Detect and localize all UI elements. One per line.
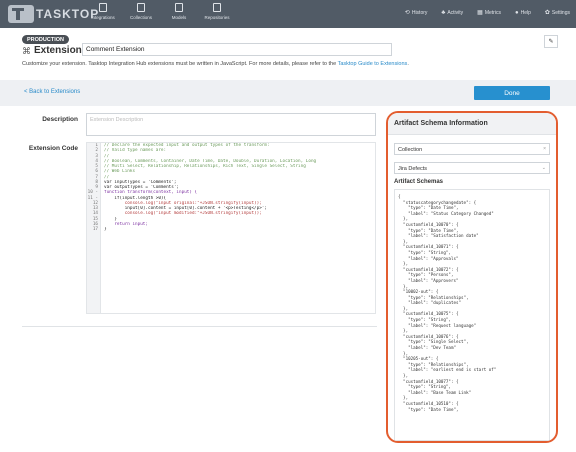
- divider: [22, 326, 377, 327]
- nav-label: Help: [520, 9, 531, 16]
- extension-name-input[interactable]: [82, 43, 392, 56]
- nav-label: Repositories: [204, 15, 230, 20]
- nav-history[interactable]: ⟲ History: [404, 9, 428, 17]
- back-to-extensions-link[interactable]: < Back to Extensions: [24, 89, 80, 95]
- nav-activity[interactable]: ♣ Activity: [441, 9, 463, 16]
- page-description: Customize your extension. Tasktop Integr…: [22, 61, 409, 67]
- description-text: Customize your extension. Tasktop Integr…: [22, 61, 338, 67]
- nav-label: Metrics: [484, 9, 501, 16]
- done-button[interactable]: Done: [474, 86, 550, 100]
- extension-icon: ⌘: [22, 46, 31, 56]
- code-editor[interactable]: 1 2 3 4 5 6 7 8 9 10 -11 -12 13 14 15 16 17 // Declare…: [86, 142, 376, 314]
- line-number: 17: [92, 227, 98, 232]
- artifact-schemas-label: Artifact Schemas: [394, 179, 444, 185]
- nav-label: Settings: [551, 9, 570, 16]
- line-number-gutter: 1 2 3 4 5 6 7 8 9 10 -11 -12 13 14 15 16 17: [87, 143, 101, 313]
- nav-help[interactable]: ● Help: [515, 9, 531, 16]
- nav-label: Models: [171, 15, 187, 20]
- main-nav: Integrations Collections Models Reposito…: [88, 3, 232, 20]
- collection-select-value: Collection: [398, 146, 423, 153]
- settings-icon: ✿: [544, 10, 550, 16]
- artifact-select-value: Jira Defects: [398, 165, 428, 172]
- extension-code-label: Extension Code: [28, 145, 78, 152]
- repositories-icon: [213, 3, 221, 12]
- top-nav: TASKTOP Integrations Collections Models …: [0, 0, 576, 28]
- history-icon: ⟲: [404, 10, 410, 16]
- chevron-down-icon[interactable]: ⌄: [542, 165, 546, 171]
- pin-button[interactable]: ✎: [544, 35, 558, 48]
- page-title: Extension: [34, 45, 82, 56]
- nav-models[interactable]: Models: [164, 3, 194, 20]
- integrations-icon: [99, 3, 107, 12]
- models-icon: [175, 3, 183, 12]
- artifact-select[interactable]: Jira Defects ⌄: [394, 162, 550, 174]
- nav-repositories[interactable]: Repositories: [202, 3, 232, 20]
- guide-link[interactable]: Tasktop Guide to Extensions: [338, 61, 408, 67]
- collection-select[interactable]: Collection ×: [394, 143, 550, 155]
- nav-label: Integrations: [91, 15, 115, 20]
- description-suffix: .: [407, 61, 409, 67]
- description-label: Description: [42, 116, 78, 123]
- environment-badge: PRODUCTION: [22, 35, 69, 44]
- artifact-schemas-viewer[interactable]: { "statuscategorychangedate": { "type": …: [394, 189, 550, 441]
- nav-label: History: [411, 9, 428, 16]
- clear-icon[interactable]: ×: [543, 146, 546, 152]
- code-line: }: [104, 227, 107, 232]
- utility-nav: ⟲ History ♣ Activity ▦ Metrics ● Help ✿ Setti…: [404, 9, 570, 17]
- nav-integrations[interactable]: Integrations: [88, 3, 118, 20]
- artifact-schema-panel: Artifact Schema Information Collection ×…: [386, 111, 558, 443]
- nav-settings[interactable]: ✿ Settings: [544, 9, 570, 17]
- nav-label: Collections: [129, 15, 152, 20]
- nav-label: Activity: [447, 9, 464, 16]
- tasktop-logo[interactable]: TASKTOP: [8, 5, 99, 23]
- description-textarea[interactable]: Extension Description: [86, 113, 376, 136]
- code-content[interactable]: // Declare the expected input and output…: [104, 143, 373, 232]
- help-icon: ●: [514, 9, 519, 16]
- nav-metrics[interactable]: ▦ Metrics: [477, 9, 501, 17]
- collections-icon: [137, 3, 145, 12]
- schema-panel-title: Artifact Schema Information: [388, 113, 556, 135]
- metrics-icon: ▦: [477, 10, 483, 16]
- nav-collections[interactable]: Collections: [126, 3, 156, 20]
- pin-icon: ✎: [548, 39, 554, 45]
- logo-mark-icon: [8, 5, 34, 23]
- schema-line: "type": "Date Time",: [398, 406, 459, 412]
- activity-icon: ♣: [441, 9, 446, 16]
